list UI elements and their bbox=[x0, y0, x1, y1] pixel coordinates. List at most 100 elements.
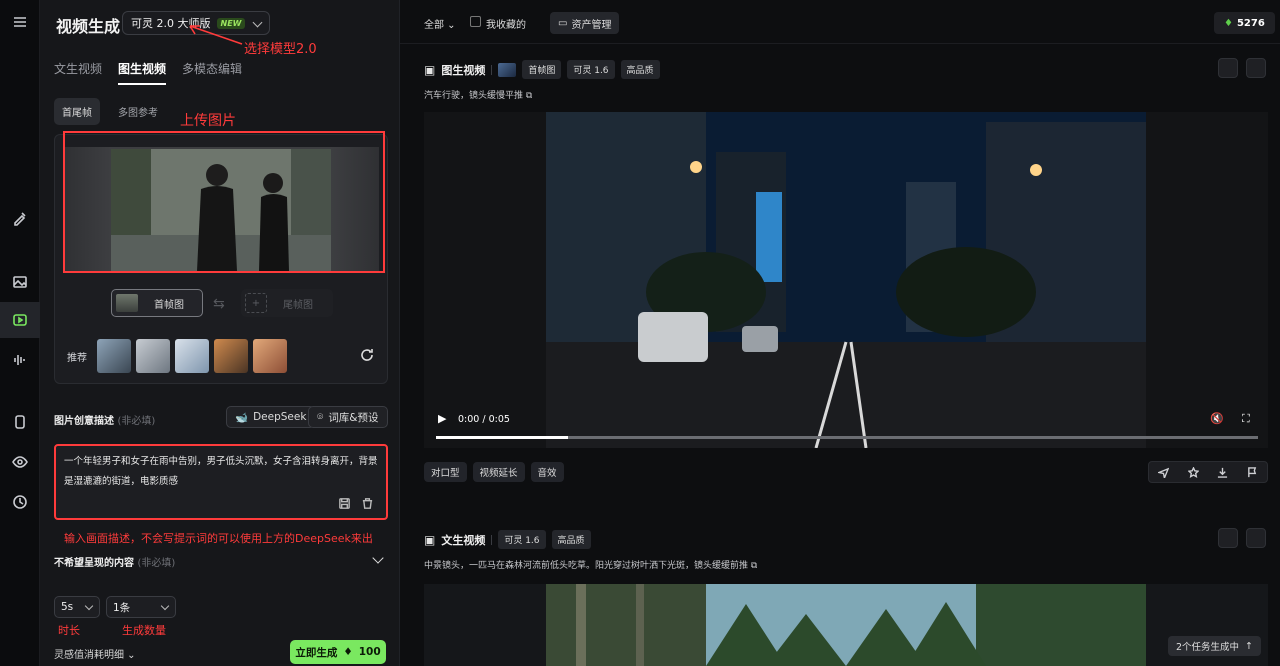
card-prompt: 中景镜头，一匹马在森林河流前低头吃草。阳光穿过树叶洒下光斑，镜头缓缓前推 ⧉ bbox=[424, 558, 757, 571]
count-value: 1条 bbox=[113, 601, 131, 614]
history-icon[interactable] bbox=[0, 484, 40, 520]
prompt-text: 汽车行驶，镜头缓慢平推 bbox=[424, 91, 524, 101]
asset-management-button[interactable]: ▭ 资产管理 bbox=[550, 12, 620, 34]
recommend-thumb[interactable] bbox=[175, 339, 209, 373]
tab-multimodal-edit[interactable]: 多模态编辑 bbox=[182, 60, 242, 85]
annotation-upload: 上传图片 bbox=[180, 113, 236, 129]
filter-dropdown[interactable]: 全部 ⌄ bbox=[424, 16, 456, 31]
count-select[interactable]: 1条 bbox=[106, 596, 176, 618]
mode-tabs: 文生视频 图生视频 多模态编辑 bbox=[54, 60, 242, 85]
app-root: 视频生成 可灵 2.0 大师版 NEW 选择模型2.0 文生视频 图生视频 多模… bbox=[0, 0, 1280, 666]
menu-icon[interactable] bbox=[0, 4, 40, 40]
send-icon[interactable] bbox=[1158, 467, 1170, 478]
duration-select[interactable]: 5s bbox=[54, 596, 100, 618]
optional-hint: (非必填) bbox=[117, 416, 156, 427]
card-header: ▣ 文生视频 可灵 1.6 高品质 bbox=[424, 530, 591, 549]
edit-icon[interactable] bbox=[1218, 528, 1238, 548]
last-frame-label: 尾帧图 bbox=[283, 299, 313, 311]
audio-wave-icon[interactable] bbox=[0, 342, 40, 378]
mute-icon[interactable]: 🔇 bbox=[1210, 412, 1224, 425]
tag: 高品质 bbox=[620, 60, 660, 79]
task-status-button[interactable]: 2个任务生成中 ↑ bbox=[1168, 636, 1262, 656]
preset-button[interactable]: ⌾ 词库&预设 bbox=[308, 406, 388, 428]
sound-effect-button[interactable]: 音效 bbox=[530, 462, 564, 482]
chevron-down-icon[interactable] bbox=[372, 552, 384, 564]
copy-icon[interactable]: ⧉ bbox=[526, 91, 532, 101]
video-icon: ▣ bbox=[424, 532, 436, 547]
video-icon: ▣ bbox=[424, 62, 436, 77]
last-frame-button[interactable]: + 尾帧图 bbox=[241, 289, 333, 317]
annotation-model: 选择模型2.0 bbox=[244, 42, 317, 57]
prompt-text: 一个年轻男子和女子在雨中告别，男子低头沉默，女子含泪转身离开，背景是湿漉漉的街道… bbox=[64, 456, 378, 487]
copy-icon[interactable]: ⧉ bbox=[751, 561, 757, 571]
recommend-thumb[interactable] bbox=[136, 339, 170, 373]
image-upload-area[interactable]: 首帧图 ⇆ + 尾帧图 推荐 bbox=[54, 131, 388, 384]
prompt-tools bbox=[338, 497, 374, 510]
annotation-prompt: 输入画面描述，不会写提示词的可以使用上方的DeepSeek来出 bbox=[64, 532, 373, 545]
video-progress[interactable] bbox=[436, 436, 1258, 439]
favorites-label: 我收藏的 bbox=[486, 20, 526, 31]
frame-subtabs: 首尾帧 多图参考 bbox=[54, 98, 166, 125]
asset-label: 资产管理 bbox=[571, 19, 612, 31]
prompt-textarea[interactable]: 一个年轻男子和女子在雨中告别，男子低头沉默，女子含泪转身离开，背景是湿漉漉的街道… bbox=[54, 444, 388, 520]
swap-icon[interactable]: ⇆ bbox=[213, 296, 225, 312]
video-time: 0:00 / 0:05 bbox=[458, 414, 510, 425]
tag: 可灵 1.6 bbox=[498, 530, 546, 549]
card-prompt: 汽车行驶，镜头缓慢平推 ⧉ bbox=[424, 88, 532, 101]
save-icon[interactable] bbox=[338, 497, 351, 510]
video-progress-fill bbox=[436, 436, 568, 439]
subtab-multi-image[interactable]: 多图参考 bbox=[110, 98, 166, 125]
extend-video-button[interactable]: 视频延长 bbox=[472, 462, 525, 482]
flag-icon[interactable] bbox=[1247, 466, 1258, 478]
model-icon[interactable] bbox=[0, 404, 40, 440]
fullscreen-icon[interactable]: ⛶ bbox=[1242, 412, 1250, 426]
negative-prompt-label[interactable]: 不希望呈现的内容 (非必填) bbox=[54, 554, 175, 569]
task-status-label: 2个任务生成中 bbox=[1176, 642, 1240, 653]
divider bbox=[491, 534, 493, 545]
lip-sync-button[interactable]: 对口型 bbox=[424, 462, 467, 482]
video-frame bbox=[546, 112, 1146, 448]
tab-text-to-video[interactable]: 文生视频 bbox=[54, 60, 102, 85]
regenerate-icon[interactable] bbox=[1246, 58, 1266, 78]
eye-icon[interactable] bbox=[0, 444, 40, 480]
deepseek-label: DeepSeek bbox=[253, 411, 307, 423]
refresh-icon[interactable] bbox=[359, 347, 375, 363]
video-player[interactable]: ▶ 0:00 / 0:05 🔇 ⛶ bbox=[424, 112, 1268, 448]
video-icon[interactable] bbox=[0, 302, 40, 338]
deepseek-button[interactable]: 🐋 DeepSeek bbox=[226, 406, 316, 428]
brush-icon[interactable] bbox=[0, 200, 40, 236]
folder-icon: ▭ bbox=[558, 17, 568, 29]
first-frame-button[interactable]: 首帧图 bbox=[111, 289, 203, 317]
image-icon[interactable] bbox=[0, 264, 40, 300]
edit-icon[interactable] bbox=[1218, 58, 1238, 78]
regenerate-icon[interactable] bbox=[1246, 528, 1266, 548]
card-title: 图生视频 bbox=[441, 63, 486, 77]
card-corner-actions bbox=[1218, 58, 1266, 78]
chevron-down-icon bbox=[252, 17, 263, 28]
favorites-checkbox[interactable] bbox=[470, 16, 481, 27]
tab-image-to-video[interactable]: 图生视频 bbox=[118, 60, 167, 85]
first-frame-label: 首帧图 bbox=[154, 299, 184, 311]
recommend-thumb[interactable] bbox=[214, 339, 248, 373]
recommend-thumb[interactable] bbox=[253, 339, 287, 373]
cost-detail-toggle[interactable]: 灵感值消耗明细 ⌄ bbox=[54, 646, 136, 661]
points-balance[interactable]: ♦ 5276 bbox=[1214, 12, 1275, 34]
feed-toolbar: 全部 ⌄ 我收藏的 ▭ 资产管理 ♦ 5276 bbox=[400, 0, 1280, 44]
location-icon: ⌾ bbox=[317, 410, 324, 423]
negative-optional-hint: (非必填) bbox=[137, 558, 176, 569]
tag: 高品质 bbox=[551, 530, 591, 549]
tag: 可灵 1.6 bbox=[567, 60, 615, 79]
generate-button[interactable]: 立即生成 ♦ 100 bbox=[290, 640, 386, 664]
card-title: 文生视频 bbox=[441, 533, 486, 547]
subtab-first-last-frame[interactable]: 首尾帧 bbox=[54, 98, 100, 125]
recommend-thumb[interactable] bbox=[97, 339, 131, 373]
first-frame-thumbnail bbox=[498, 62, 517, 77]
icon-rail bbox=[0, 0, 40, 666]
play-icon[interactable]: ▶ bbox=[438, 412, 446, 425]
cost-detail-label: 灵感值消耗明细 bbox=[54, 650, 124, 661]
star-icon[interactable] bbox=[1187, 466, 1199, 478]
video-player[interactable] bbox=[424, 584, 1268, 666]
video-frame bbox=[546, 584, 1146, 666]
download-icon[interactable] bbox=[1217, 467, 1228, 478]
trash-icon[interactable] bbox=[361, 497, 374, 510]
